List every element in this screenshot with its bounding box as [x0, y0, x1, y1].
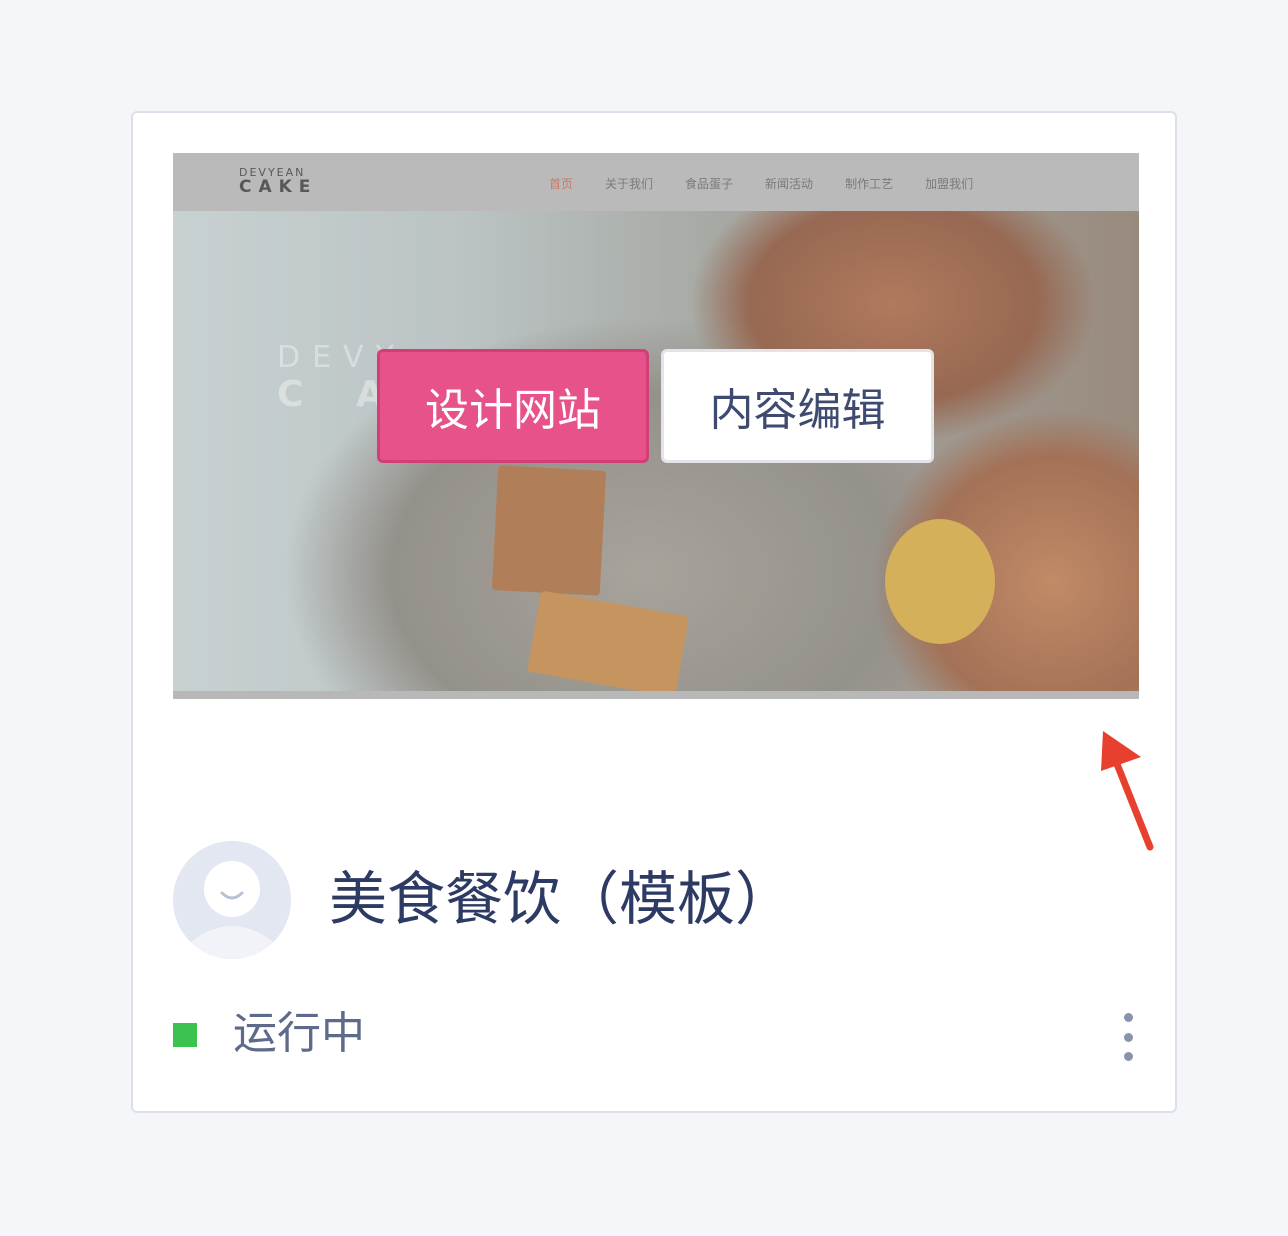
status-text: 运行中 — [233, 1008, 365, 1059]
user-avatar-icon — [173, 841, 291, 959]
content-edit-button[interactable]: 内容编辑 — [661, 349, 934, 463]
design-website-button[interactable]: 设计网站 — [377, 349, 649, 463]
hover-overlay — [173, 153, 1139, 699]
annotation-arrow-icon — [1101, 731, 1154, 851]
status-indicator — [173, 1023, 197, 1047]
site-preview-thumbnail: DEVY C A DEVYEAN CAKE 首页 关于我们 食品蛋子 新闻活动 … — [173, 153, 1139, 699]
avatar — [173, 841, 291, 959]
site-title: 美食餐饮（模板） — [329, 865, 794, 933]
site-card: DEVY C A DEVYEAN CAKE 首页 关于我们 食品蛋子 新闻活动 … — [131, 111, 1177, 1113]
more-options-button[interactable] — [1113, 1013, 1143, 1061]
more-vertical-icon — [1123, 1013, 1133, 1022]
